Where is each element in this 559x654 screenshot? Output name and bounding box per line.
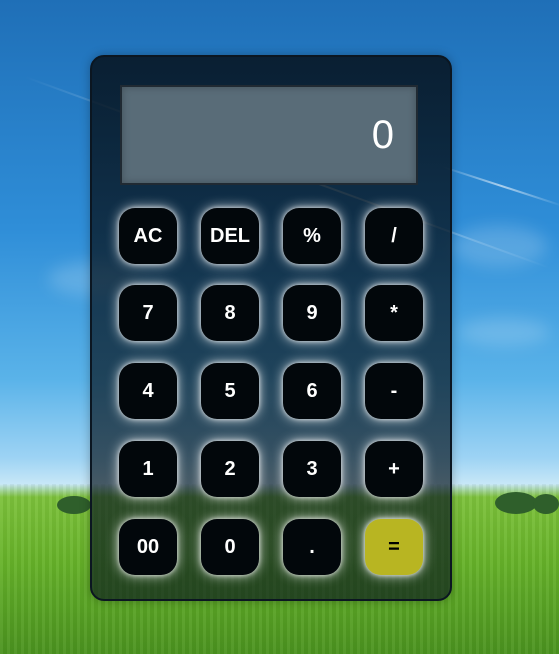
tree [533,494,559,514]
calculator-display: 0 [120,85,418,185]
digit-0-button[interactable]: 0 [201,519,259,575]
digit-3-button[interactable]: 3 [283,441,341,497]
decimal-point-button[interactable]: . [283,519,341,575]
add-button[interactable]: + [365,441,423,497]
digit-2-button[interactable]: 2 [201,441,259,497]
digit-1-button[interactable]: 1 [119,441,177,497]
divide-button[interactable]: / [365,208,423,264]
percent-button[interactable]: % [283,208,341,264]
digit-7-button[interactable]: 7 [119,285,177,341]
delete-button[interactable]: DEL [201,208,259,264]
digit-4-button[interactable]: 4 [119,363,177,419]
multiply-button[interactable]: * [365,285,423,341]
clear-all-button[interactable]: AC [119,208,177,264]
digit-9-button[interactable]: 9 [283,285,341,341]
calculator-panel: 0 AC DEL % / 7 8 9 * 4 5 6 - 1 2 3 + 00 … [90,55,452,601]
desktop-background: 0 AC DEL % / 7 8 9 * 4 5 6 - 1 2 3 + 00 … [0,0,559,654]
double-zero-button[interactable]: 00 [119,519,177,575]
tree [57,496,91,514]
sky-contrail [439,165,559,208]
sky-cloud [458,318,550,346]
digit-8-button[interactable]: 8 [201,285,259,341]
equals-button[interactable]: = [365,519,423,575]
digit-6-button[interactable]: 6 [283,363,341,419]
tree [495,492,537,514]
subtract-button[interactable]: - [365,363,423,419]
digit-5-button[interactable]: 5 [201,363,259,419]
